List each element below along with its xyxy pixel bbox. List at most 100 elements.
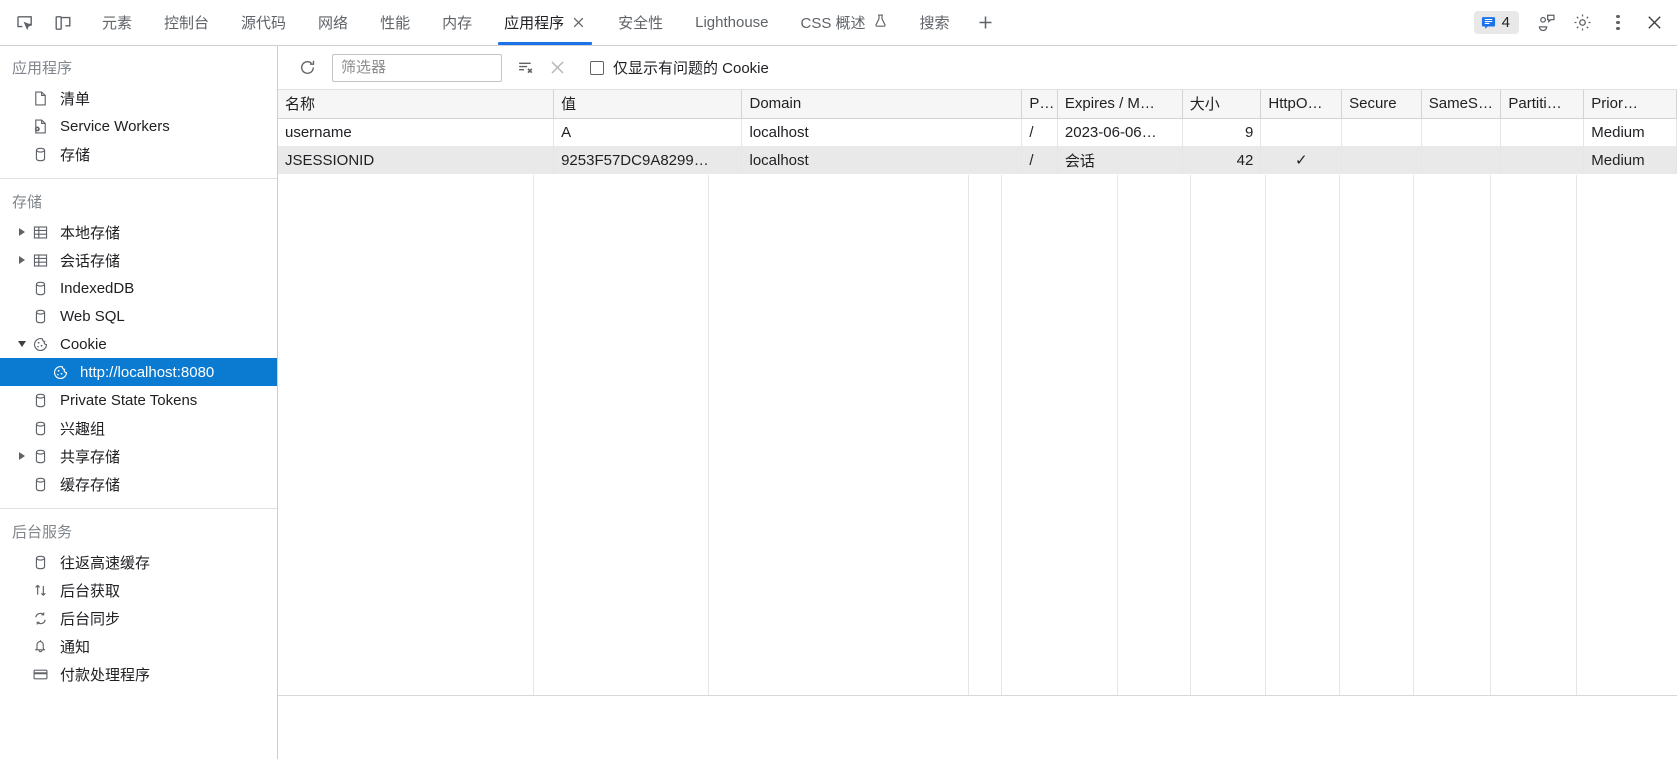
cell-priority: Medium <box>1583 118 1677 146</box>
sidebar-item-label: 缓存存储 <box>60 476 121 494</box>
sidebar-item-label: 往返高速缓存 <box>60 554 151 572</box>
sidebar-item-[interactable]: 后台获取 <box>0 576 277 604</box>
sidebar-item-service-workers[interactable]: Service Workers <box>0 112 277 140</box>
sidebar-item-indexeddb[interactable]: IndexedDB <box>0 274 277 302</box>
cookies-table: 名称值 Domain P… Expires / M… 大小 HttpO… Secure Sam… <box>278 90 1677 174</box>
sidebar-item-[interactable]: 后台同步 <box>0 604 277 632</box>
cell-httponly <box>1260 118 1343 146</box>
tab-label: 性能 <box>380 15 411 32</box>
tab-console[interactable]: 控制台 <box>148 0 225 45</box>
tab-memory[interactable]: 内存 <box>426 0 488 45</box>
database-icon <box>32 392 58 409</box>
tab-sources[interactable]: 源代码 <box>225 0 302 45</box>
sidebar-section: 后台服务 往返高速缓存 后台获取 后台同步 通知 付款处理程序 <box>0 508 277 688</box>
column-header-value[interactable]: 值 <box>553 90 743 119</box>
column-header-samesite[interactable]: SameS… <box>1421 90 1502 119</box>
chevron-right-icon[interactable] <box>12 256 32 264</box>
cell-partition <box>1500 118 1585 146</box>
sidebar-item-[interactable]: 共享存储 <box>0 442 277 470</box>
application-sidebar[interactable]: 应用程序 清单 Service Workers 存储存储 本地存储 会话存储 <box>0 46 278 759</box>
chevron-right-icon[interactable] <box>12 228 32 236</box>
column-header-expires[interactable]: Expires / M… <box>1057 90 1183 119</box>
table-row[interactable]: username Alocalhost/2023-06-06… 9 Medium <box>278 118 1677 146</box>
column-header-secure[interactable]: Secure <box>1341 90 1422 119</box>
sidebar-item-http-localhost-8080[interactable]: http://localhost:8080 <box>0 358 277 386</box>
more-options-icon[interactable] <box>1601 6 1635 40</box>
column-header-name[interactable]: 名称 <box>278 90 555 119</box>
sidebar-item-[interactable]: 会话存储 <box>0 246 277 274</box>
tab-network[interactable]: 网络 <box>302 0 364 45</box>
issues-badge[interactable]: 4 <box>1473 11 1519 34</box>
chevron-right-icon[interactable] <box>12 452 32 460</box>
cell-secure <box>1341 146 1422 174</box>
tab-application[interactable]: 应用程序 <box>488 0 602 45</box>
cell-domain: localhost <box>741 118 1023 146</box>
grid-column-filler <box>1266 175 1340 759</box>
column-header-httponly[interactable]: HttpO… <box>1260 90 1343 119</box>
cell-path: / <box>1021 146 1058 174</box>
device-toolbar-icon[interactable] <box>46 6 80 40</box>
column-header-partition[interactable]: Partiti… <box>1500 90 1585 119</box>
sidebar-item-label: Private State Tokens <box>60 391 198 409</box>
sidebar-item-label: http://localhost:8080 <box>80 363 215 381</box>
refresh-icon[interactable] <box>292 53 322 83</box>
inspect-element-icon[interactable] <box>8 6 42 40</box>
sidebar-item-[interactable]: 存储 <box>0 140 277 168</box>
tab-cssoverview[interactable]: CSS 概述 <box>785 0 904 45</box>
cookies-table-container[interactable]: 名称值 Domain P… Expires / M… 大小 HttpO… Secure Sam… <box>278 90 1677 759</box>
cookies-header-row: 名称值 Domain P… Expires / M… 大小 HttpO… Secure Sam… <box>278 90 1677 119</box>
sidebar-item-[interactable]: 兴趣组 <box>0 414 277 442</box>
column-header-size[interactable]: 大小 <box>1182 90 1262 119</box>
delete-cookie-icon[interactable] <box>542 53 572 83</box>
sidebar-item-label: 兴趣组 <box>60 420 106 438</box>
tab-lighthouse[interactable]: Lighthouse <box>679 0 784 45</box>
table-row[interactable]: JSESSIONID 9253F57DC9A8299… localhost / 会话 42… <box>278 146 1677 174</box>
column-header-priority[interactable]: Prior… <box>1583 90 1677 119</box>
database-icon <box>32 280 58 297</box>
database-icon <box>32 554 58 571</box>
tab-search[interactable]: 搜索 <box>904 0 966 45</box>
sidebar-item-label: 会话存储 <box>60 252 121 270</box>
sidebar-item-[interactable]: 往返高速缓存 <box>0 548 277 576</box>
more-panels-add-button[interactable] <box>966 0 1006 45</box>
sidebar-item-[interactable]: 缓存存储 <box>0 470 277 498</box>
grid-column-filler <box>1340 175 1414 759</box>
column-header-domain[interactable]: Domain <box>741 90 1023 119</box>
column-header-path[interactable]: P… <box>1021 90 1058 119</box>
clear-all-cookies-icon[interactable] <box>510 53 540 83</box>
cell-value: 9253F57DC9A8299… <box>553 146 743 174</box>
tab-elements[interactable]: 元素 <box>86 0 148 45</box>
database-icon <box>32 448 58 465</box>
payment-card-icon <box>32 666 58 683</box>
tab-close-icon[interactable] <box>571 15 586 30</box>
cookies-toolbar: 仅显示有问题的 Cookie <box>278 46 1677 90</box>
devtools-window: 元素 控制台 源代码 网络 性能 内存 应用程序 安全性 Lighthouse CSS 概述 搜索… <box>0 0 1677 759</box>
panel-tabs: 元素 控制台 源代码 网络 性能 内存 应用程序 安全性 Lighthouse CSS 概述 搜索 <box>86 0 966 45</box>
sidebar-item-[interactable]: 清单 <box>0 84 277 112</box>
only-problem-cookies-checkbox[interactable] <box>590 60 604 75</box>
sidebar-item-[interactable]: 本地存储 <box>0 218 277 246</box>
close-devtools-icon[interactable] <box>1637 6 1671 40</box>
tab-label: 元素 <box>102 15 133 32</box>
tab-security[interactable]: 安全性 <box>602 0 679 45</box>
grid-column-filler <box>1118 175 1191 759</box>
cookies-panel: 仅显示有问题的 Cookie 名称值DomainP…Expires / M…大小… <box>278 46 1677 759</box>
tab-label: CSS 概述 <box>800 15 866 32</box>
chevron-down-icon[interactable] <box>12 341 32 347</box>
devtools-feedback-icon[interactable] <box>1529 6 1563 40</box>
only-problem-cookies-toggle[interactable]: 仅显示有问题的 Cookie <box>590 57 769 78</box>
filter-input[interactable] <box>332 53 502 82</box>
cookies-table-body: username Alocalhost/2023-06-06… 9 Medium JSE… <box>278 118 1677 174</box>
cookie-icon <box>32 336 58 353</box>
grid-column-filler <box>1491 175 1577 759</box>
sidebar-item-web-sql[interactable]: Web SQL <box>0 302 277 330</box>
sidebar-item-cookie[interactable]: Cookie <box>0 330 277 358</box>
sidebar-item-[interactable]: 通知 <box>0 632 277 660</box>
tab-performance[interactable]: 性能 <box>364 0 426 45</box>
sidebar-item-[interactable]: 付款处理程序 <box>0 660 277 688</box>
cell-httponly: ✓ <box>1260 146 1343 174</box>
sidebar-item-private-state-tokens[interactable]: Private State Tokens <box>0 386 277 414</box>
settings-gear-icon[interactable] <box>1565 6 1599 40</box>
experiment-flask-icon <box>873 13 888 32</box>
sidebar-section-title: 应用程序 <box>12 60 73 77</box>
